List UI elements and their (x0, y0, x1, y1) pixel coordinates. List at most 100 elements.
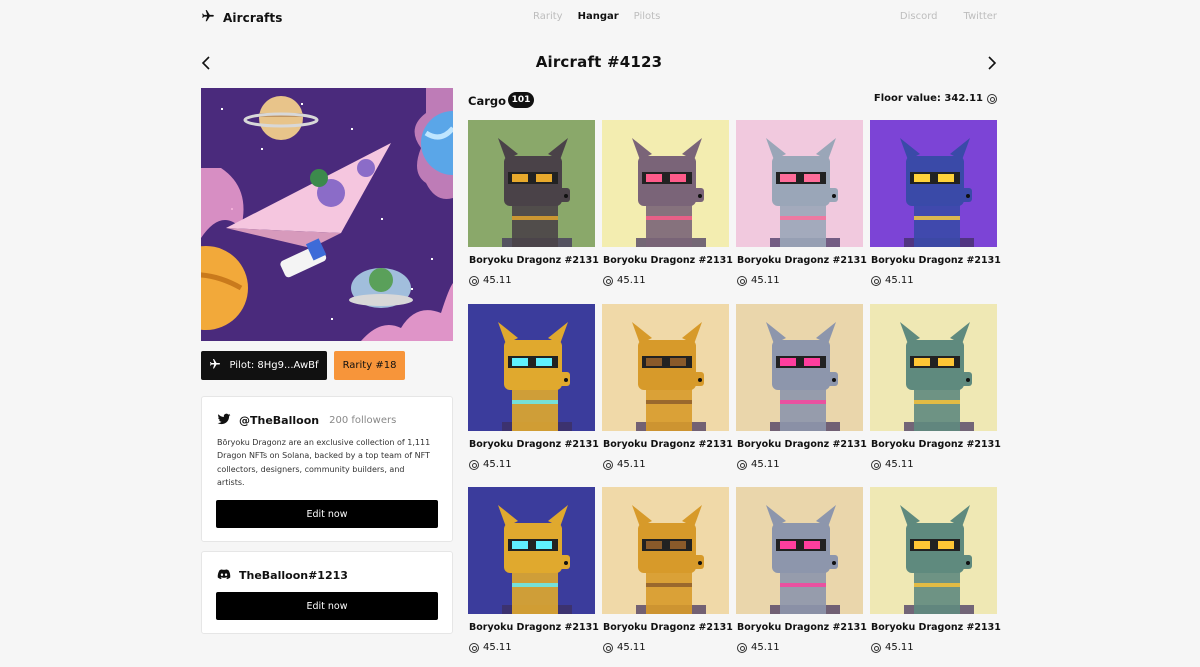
coin-icon (469, 459, 479, 470)
nft-card[interactable]: Boryoku Dragonz #2131 45.11 (602, 487, 733, 653)
discord-icon (217, 566, 231, 585)
nft-price: 45.11 (737, 642, 780, 653)
twitter-card: @TheBalloon 200 followers Bōryoku Dragon… (201, 396, 453, 542)
nft-image (468, 120, 595, 247)
brand-logo[interactable]: Aircrafts (201, 8, 282, 27)
nft-price: 45.11 (469, 642, 512, 653)
coin-icon (871, 459, 881, 470)
nft-price-value: 45.11 (617, 642, 646, 653)
nft-card[interactable]: Boryoku Dragonz #2131 45.11 (870, 304, 1001, 470)
coin-icon (871, 642, 881, 653)
collection-bio: Bōryoku Dragonz are an exclusive collect… (217, 438, 431, 487)
nft-image (602, 120, 729, 247)
aircraft-header: Aircraft #4123 (200, 52, 998, 74)
nav-rarity[interactable]: Rarity (533, 11, 563, 22)
top-nav: Aircrafts Rarity Hangar Pilots Discord T… (0, 0, 1200, 34)
nft-image (602, 304, 729, 431)
nft-card[interactable]: Boryoku Dragonz #2131 45.11 (870, 487, 1001, 653)
nft-price: 45.11 (871, 642, 914, 653)
nft-name: Boryoku Dragonz #2131 (469, 439, 599, 450)
nft-image (468, 487, 595, 614)
nft-name: Boryoku Dragonz #2131 (871, 622, 1001, 633)
rarity-button[interactable]: Rarity #18 (334, 351, 405, 380)
nft-name: Boryoku Dragonz #2131 (603, 622, 733, 633)
coin-icon (603, 275, 613, 286)
nft-name: Boryoku Dragonz #2131 (737, 622, 867, 633)
nft-price-value: 45.11 (617, 459, 646, 470)
aircraft-image (201, 88, 453, 341)
nft-image (736, 120, 863, 247)
discord-link[interactable]: Discord (900, 11, 938, 22)
nft-price: 45.11 (737, 275, 780, 286)
discord-handle[interactable]: TheBalloon#1213 (239, 569, 348, 582)
nft-price-value: 45.11 (483, 459, 512, 470)
nft-card[interactable]: Boryoku Dragonz #2131 45.11 (468, 304, 599, 470)
followers-count: 200 followers (329, 415, 397, 426)
next-aircraft-button[interactable] (984, 54, 998, 72)
nft-name: Boryoku Dragonz #2131 (603, 255, 733, 266)
nft-price-value: 45.11 (751, 459, 780, 470)
nft-card[interactable]: Boryoku Dragonz #2131 45.11 (736, 120, 867, 286)
main-nav: Rarity Hangar Pilots (533, 11, 660, 22)
nft-card[interactable]: Boryoku Dragonz #2131 45.11 (602, 120, 733, 286)
nav-pilots[interactable]: Pilots (634, 11, 661, 22)
nft-price: 45.11 (871, 275, 914, 286)
coin-icon (469, 275, 479, 286)
twitter-edit-button[interactable]: Edit now (216, 500, 438, 528)
nft-price: 45.11 (737, 459, 780, 470)
brand-name: Aircrafts (223, 10, 283, 25)
discord-card: TheBalloon#1213 Edit now (201, 551, 453, 634)
pilot-label: Pilot: 8Hg9...AwBf (229, 360, 319, 371)
nft-name: Boryoku Dragonz #2131 (737, 439, 867, 450)
nft-name: Boryoku Dragonz #2131 (737, 255, 867, 266)
nft-image (870, 487, 997, 614)
coin-icon (603, 642, 613, 653)
nft-image (602, 487, 729, 614)
twitter-card-header: @TheBalloon 200 followers (217, 411, 396, 430)
nft-price-value: 45.11 (885, 459, 914, 470)
rarity-label: Rarity #18 (342, 360, 397, 371)
cargo-count-badge: 101 (508, 92, 534, 108)
nft-image (736, 304, 863, 431)
nft-price: 45.11 (469, 275, 512, 286)
nft-card[interactable]: Boryoku Dragonz #2131 45.11 (736, 304, 867, 470)
discord-edit-button[interactable]: Edit now (216, 592, 438, 620)
coin-icon (737, 275, 747, 286)
nft-card[interactable]: Boryoku Dragonz #2131 45.11 (468, 120, 599, 286)
nft-price-value: 45.11 (885, 642, 914, 653)
nft-name: Boryoku Dragonz #2131 (469, 255, 599, 266)
nav-hangar[interactable]: Hangar (578, 11, 619, 22)
airplane-icon (209, 358, 221, 373)
cargo-label: Cargo (468, 94, 507, 108)
floor-value: Floor value: 342.11 (874, 93, 997, 104)
nft-price-value: 45.11 (483, 642, 512, 653)
nft-price-value: 45.11 (751, 275, 780, 286)
discord-card-header: TheBalloon#1213 (217, 566, 348, 585)
coin-icon (987, 93, 997, 104)
nft-price: 45.11 (871, 459, 914, 470)
nft-name: Boryoku Dragonz #2131 (871, 255, 1001, 266)
nft-card[interactable]: Boryoku Dragonz #2131 45.11 (602, 304, 733, 470)
social-links: Discord Twitter (900, 11, 997, 22)
pilot-button[interactable]: Pilot: 8Hg9...AwBf (201, 351, 327, 380)
nft-name: Boryoku Dragonz #2131 (603, 439, 733, 450)
nft-price: 45.11 (603, 642, 646, 653)
coin-icon (737, 459, 747, 470)
coin-icon (603, 459, 613, 470)
nft-image (870, 120, 997, 247)
nft-card[interactable]: Boryoku Dragonz #2131 45.11 (468, 487, 599, 653)
nft-card[interactable]: Boryoku Dragonz #2131 45.11 (870, 120, 1001, 286)
twitter-link[interactable]: Twitter (963, 11, 997, 22)
page-title: Aircraft #4123 (535, 53, 663, 71)
nft-image (468, 304, 595, 431)
nft-price-value: 45.11 (483, 275, 512, 286)
airplane-icon (201, 8, 215, 27)
twitter-handle[interactable]: @TheBalloon (239, 414, 319, 427)
nft-price-value: 45.11 (751, 642, 780, 653)
floor-value-text: Floor value: 342.11 (873, 93, 983, 104)
nft-image (870, 304, 997, 431)
twitter-icon (217, 411, 231, 430)
coin-icon (737, 642, 747, 653)
nft-card[interactable]: Boryoku Dragonz #2131 45.11 (736, 487, 867, 653)
nft-name: Boryoku Dragonz #2131 (469, 622, 599, 633)
